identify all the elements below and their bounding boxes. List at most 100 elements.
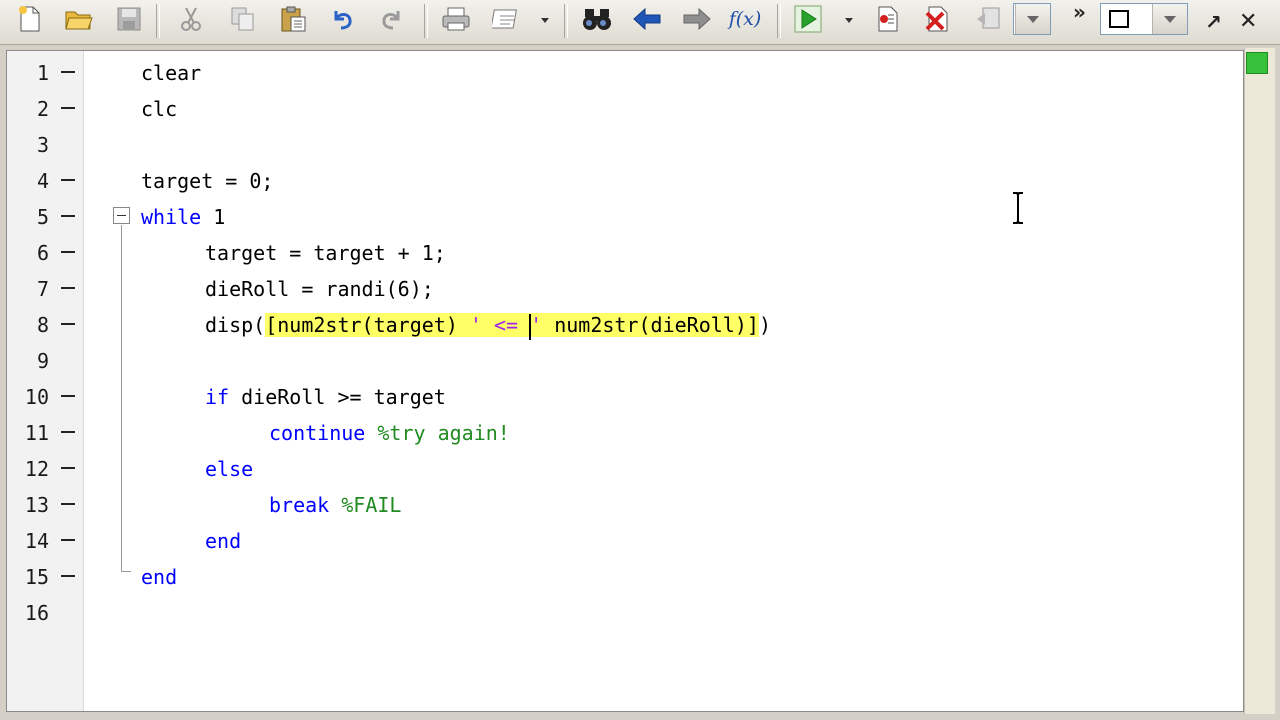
run-dropdown-arrow[interactable] bbox=[845, 18, 853, 23]
comment: %try again! bbox=[377, 421, 510, 445]
line-number: 2 bbox=[36, 97, 49, 121]
keyword: while bbox=[141, 205, 202, 229]
keyword: if bbox=[205, 385, 230, 409]
binoculars-icon bbox=[583, 9, 611, 30]
breakpoint-marker[interactable] bbox=[61, 395, 75, 397]
line-number: 5 bbox=[36, 205, 49, 229]
line-number: 14 bbox=[24, 529, 49, 553]
code-line-5: while 1 bbox=[141, 205, 226, 229]
line-number: 3 bbox=[36, 133, 49, 157]
run-button[interactable] bbox=[793, 4, 825, 34]
publish-dropdown-arrow[interactable] bbox=[541, 18, 549, 23]
breakpoint-marker[interactable] bbox=[61, 215, 75, 217]
undo-icon bbox=[334, 11, 352, 30]
publish-button[interactable] bbox=[491, 4, 523, 34]
keyword: continue bbox=[269, 421, 366, 445]
copy-icon bbox=[231, 7, 254, 31]
breakpoint-marker[interactable] bbox=[61, 467, 75, 469]
copy-button[interactable] bbox=[227, 4, 259, 34]
stack-icon bbox=[977, 7, 1000, 29]
code-line-15: end bbox=[141, 559, 177, 595]
breakpoint-marker[interactable] bbox=[61, 107, 75, 109]
code-line-13: break %FAIL bbox=[269, 487, 401, 523]
arrow-right-icon bbox=[683, 7, 711, 31]
breakpoint-marker[interactable] bbox=[61, 503, 75, 505]
print-button[interactable] bbox=[440, 4, 472, 34]
fold-guide bbox=[121, 225, 122, 571]
keyword: else bbox=[205, 457, 254, 481]
undock-button[interactable]: ↗ bbox=[1205, 10, 1222, 34]
breakpoint-marker[interactable] bbox=[61, 539, 75, 541]
breakpoint-icon bbox=[878, 6, 898, 32]
breakpoint-marker[interactable] bbox=[61, 323, 75, 325]
clear-breakpoints-icon bbox=[925, 6, 948, 32]
paste-button[interactable] bbox=[277, 4, 309, 34]
vertical-scrollbar[interactable] bbox=[1244, 48, 1275, 714]
new-file-button[interactable] bbox=[14, 4, 46, 34]
arrow-left-icon bbox=[633, 7, 661, 31]
code-line-11: continue %try again! bbox=[269, 415, 510, 451]
code-analyzer-status-indicator[interactable] bbox=[1246, 52, 1268, 74]
back-button[interactable] bbox=[631, 4, 663, 34]
breakpoint-marker[interactable] bbox=[61, 575, 75, 577]
new-file-icon bbox=[19, 6, 40, 32]
breakpoint-marker[interactable] bbox=[61, 71, 75, 73]
line-number: 4 bbox=[36, 169, 49, 193]
window-icon bbox=[1109, 10, 1129, 28]
code-line-12: else bbox=[205, 451, 253, 487]
comment: %FAIL bbox=[341, 493, 402, 517]
line-number: 15 bbox=[24, 565, 49, 589]
breakpoint-marker[interactable] bbox=[61, 287, 75, 289]
mouse-ibeam-cursor-icon bbox=[1013, 192, 1023, 224]
breakpoint-marker[interactable] bbox=[61, 431, 75, 433]
fold-guide-end bbox=[121, 571, 131, 572]
save-button[interactable] bbox=[113, 4, 145, 34]
chevron-down-icon bbox=[1152, 4, 1187, 34]
bracket-match-highlight: [num2str(target) ' <= ' num2str(dieRoll)… bbox=[265, 313, 759, 340]
breakpoint-marker[interactable] bbox=[61, 179, 75, 181]
editor-toolbar: f(x) » ↗ ✕ bbox=[0, 0, 1280, 45]
code-line-2: clc bbox=[141, 97, 178, 121]
code-line-10: if dieRoll >= target bbox=[205, 385, 446, 409]
run-icon bbox=[794, 5, 822, 33]
redo-icon bbox=[382, 11, 400, 30]
find-button[interactable] bbox=[581, 4, 613, 34]
keyword: end bbox=[205, 529, 242, 553]
window-layout-dropdown[interactable] bbox=[1100, 3, 1188, 35]
cut-button[interactable] bbox=[175, 4, 207, 34]
line-number: 12 bbox=[24, 457, 49, 481]
code-line-1: clear bbox=[141, 61, 202, 85]
save-icon bbox=[117, 7, 141, 31]
line-number: 13 bbox=[24, 493, 49, 517]
publish-icon bbox=[492, 9, 517, 29]
code-editor[interactable]: 1 2 3 4 5 6 7 8 9 10 11 12 13 14 15 16 c… bbox=[6, 50, 1244, 712]
code-line-6: target = target + 1; bbox=[205, 241, 446, 265]
printer-icon bbox=[442, 7, 470, 31]
folder-open-icon bbox=[65, 11, 93, 30]
keyword: break bbox=[269, 493, 330, 517]
line-number: 7 bbox=[36, 277, 49, 301]
function-browser-button[interactable]: f(x) bbox=[729, 4, 762, 34]
line-number: 10 bbox=[24, 385, 49, 409]
breakpoint-marker[interactable] bbox=[61, 251, 75, 253]
line-number: 9 bbox=[36, 349, 49, 373]
line-number: 11 bbox=[24, 421, 49, 445]
scissors-icon bbox=[181, 7, 201, 31]
code-fold-toggle[interactable] bbox=[113, 207, 130, 224]
toolbar-overflow-button[interactable]: » bbox=[1073, 0, 1086, 24]
forward-button[interactable] bbox=[681, 4, 713, 34]
open-file-button[interactable] bbox=[63, 4, 95, 34]
redo-button[interactable] bbox=[376, 4, 408, 34]
stack-button[interactable] bbox=[973, 4, 1005, 34]
stack-dropdown[interactable] bbox=[1013, 3, 1051, 35]
line-number: 6 bbox=[36, 241, 49, 265]
keyword: end bbox=[141, 565, 178, 589]
code-line-14: end bbox=[205, 523, 241, 559]
paste-icon bbox=[281, 6, 306, 32]
code-line-8: disp([num2str(target) ' <= ' num2str(die… bbox=[205, 307, 771, 343]
set-breakpoint-button[interactable] bbox=[871, 4, 903, 34]
clear-breakpoints-button[interactable] bbox=[921, 4, 953, 34]
code-line-4: target = 0; bbox=[141, 169, 274, 193]
close-button[interactable]: ✕ bbox=[1239, 9, 1257, 34]
undo-button[interactable] bbox=[326, 4, 358, 34]
